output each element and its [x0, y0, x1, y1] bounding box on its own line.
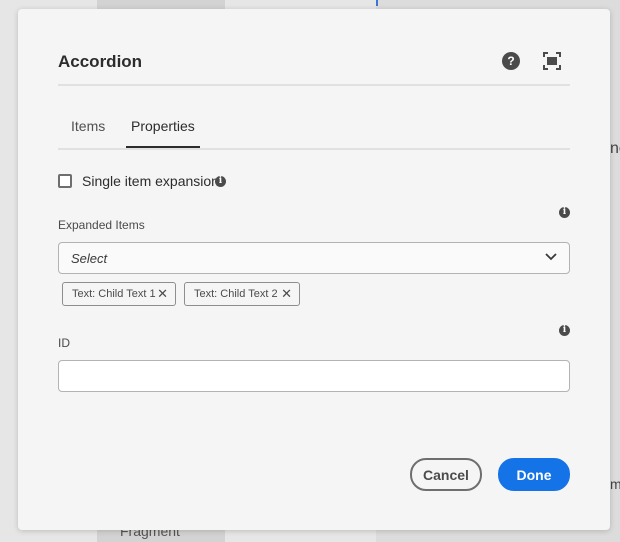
tag-label: Text: Child Text 1 [72, 288, 156, 300]
done-button[interactable]: Done [498, 458, 570, 491]
single-item-expansion-row: Single item expansion i [58, 173, 358, 192]
tab-items[interactable]: Items [71, 116, 105, 150]
tab-label: Items [71, 118, 106, 134]
dialog-title: Accordion [58, 52, 143, 71]
id-input[interactable] [58, 360, 570, 392]
tab-properties[interactable]: Properties [126, 116, 200, 150]
background-text-fragment: m [610, 476, 620, 492]
dialog-header: Accordion ? [58, 49, 570, 86]
close-icon[interactable]: ✕ [281, 286, 292, 302]
info-icon[interactable]: i [559, 207, 570, 218]
info-icon[interactable]: i [559, 325, 570, 336]
close-icon[interactable]: ✕ [157, 286, 168, 302]
tag-child-text-2: Text: Child Text 2 ✕ [184, 282, 300, 306]
accordion-dialog: Accordion ? Items Properties Single item… [18, 9, 610, 530]
chevron-down-icon [545, 253, 557, 261]
expanded-items-label: Expanded Items [58, 218, 145, 232]
help-icon[interactable]: ? [502, 52, 520, 70]
single-item-expansion-label[interactable]: Single item expansion [82, 173, 219, 189]
single-item-expansion-checkbox[interactable] [58, 174, 72, 188]
selected-tab-indicator [126, 146, 200, 148]
tag-label: Text: Child Text 2 [194, 288, 278, 300]
background-text-fragment: ne [610, 140, 620, 157]
id-field-label: ID [58, 336, 70, 350]
dialog-tabs: Items Properties [58, 116, 570, 150]
tab-label: Properties [131, 118, 195, 134]
fullscreen-icon[interactable] [543, 52, 561, 70]
select-placeholder: Select [71, 251, 108, 266]
info-icon[interactable]: i [215, 176, 226, 187]
background-selection-edge [376, 0, 620, 6]
selected-items-tags: Text: Child Text 1 ✕ Text: Child Text 2 … [62, 282, 462, 306]
expanded-items-select[interactable]: Select [58, 242, 570, 274]
tag-child-text-1: Text: Child Text 1 ✕ [62, 282, 176, 306]
cancel-button[interactable]: Cancel [410, 458, 482, 491]
